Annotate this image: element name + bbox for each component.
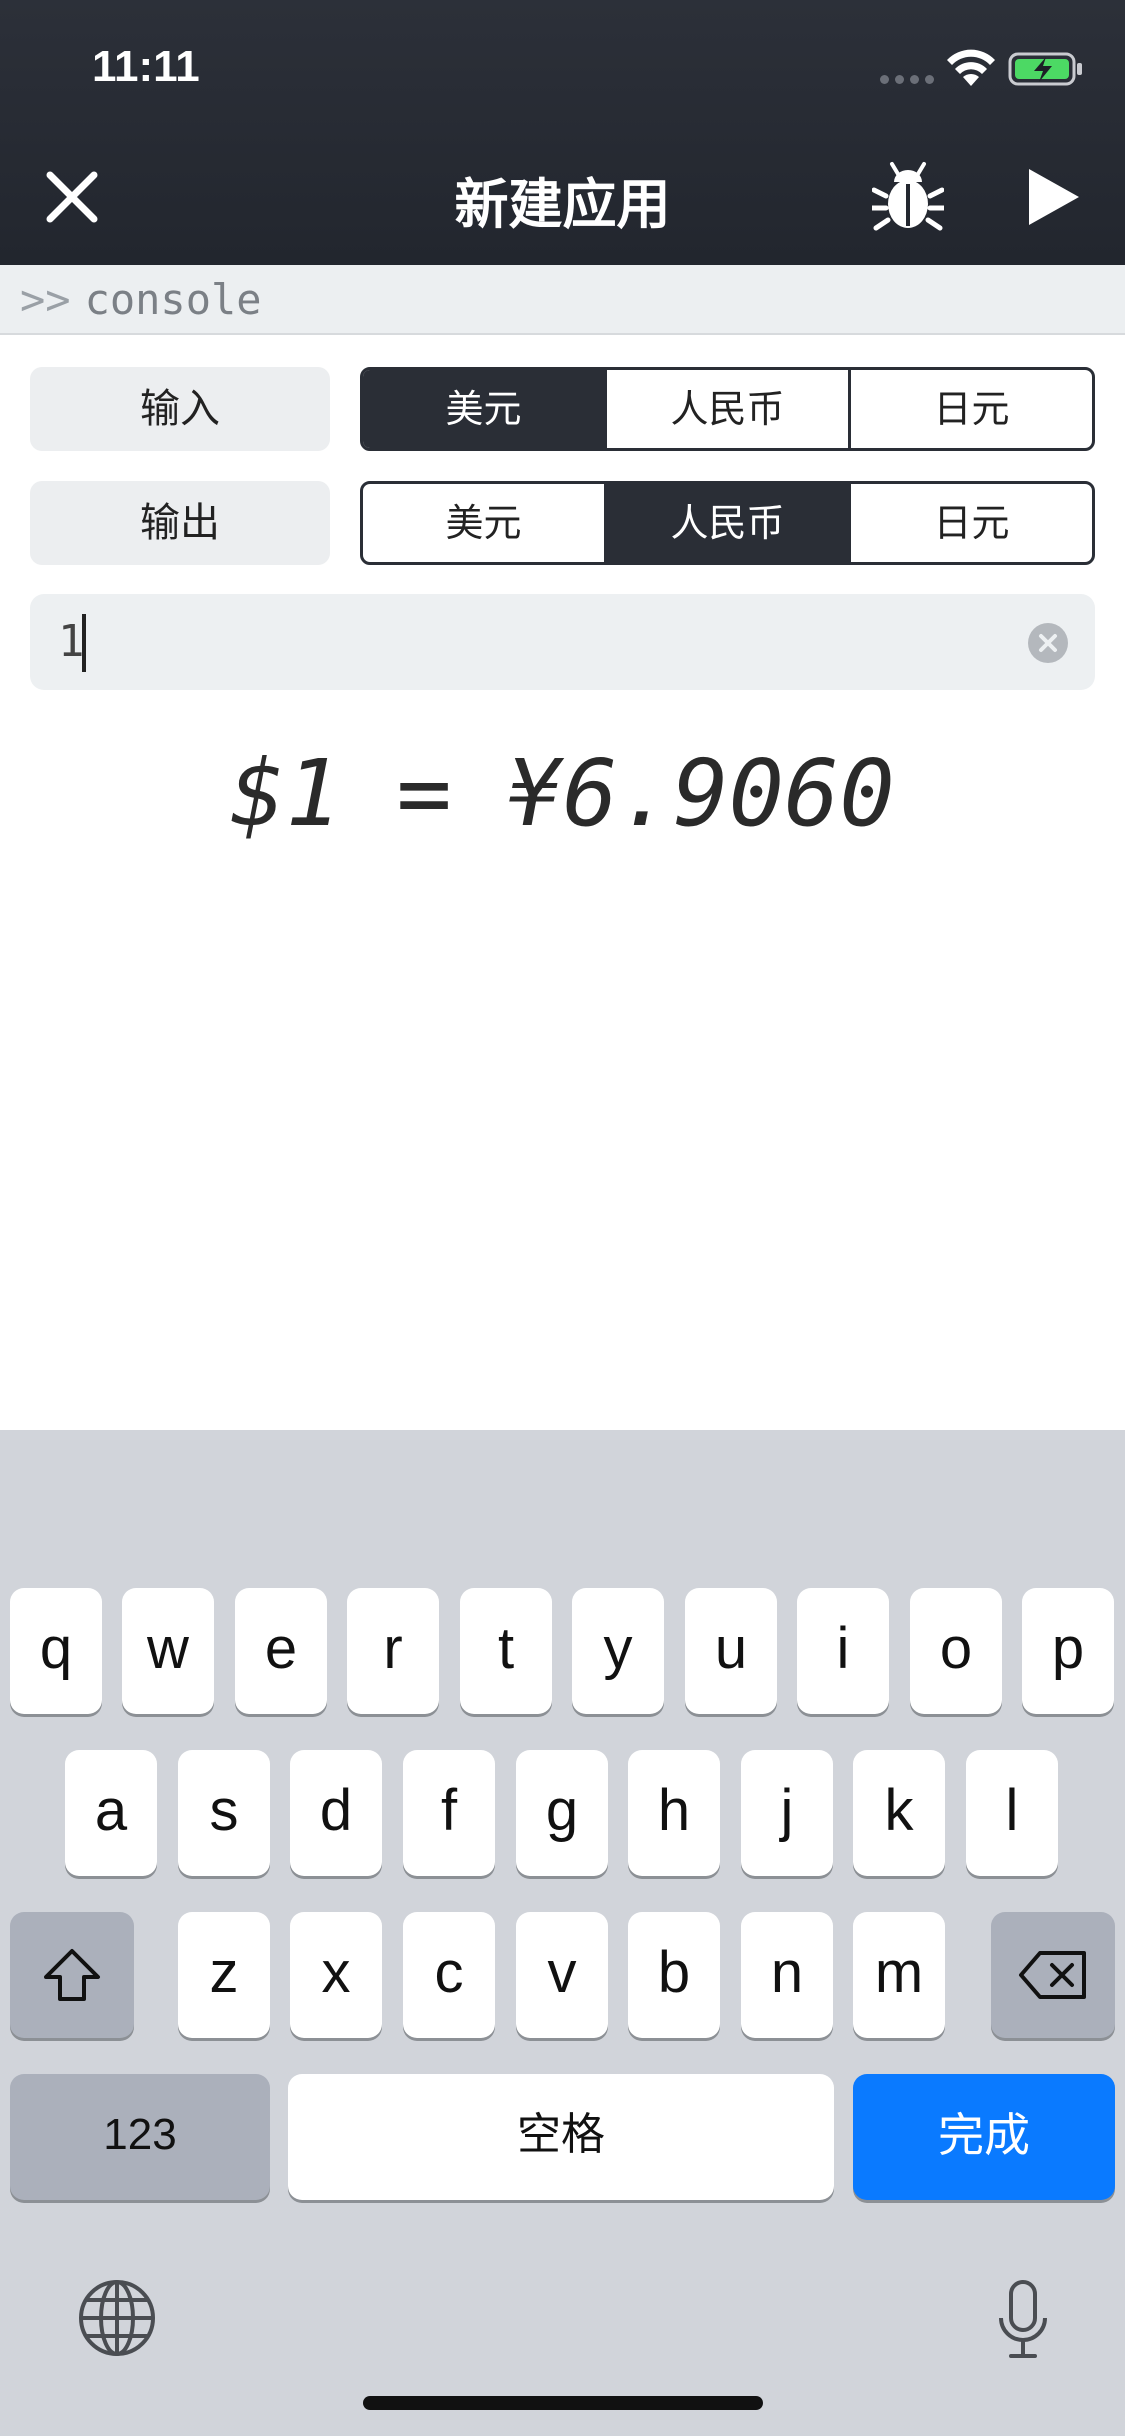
key-n[interactable]: n [741, 1912, 833, 2038]
done-key[interactable]: 完成 [853, 2074, 1115, 2200]
input-option-usd[interactable]: 美元 [363, 370, 607, 448]
key-m[interactable]: m [853, 1912, 945, 2038]
output-label-button[interactable]: 输出 [30, 481, 330, 565]
clear-icon[interactable] [1027, 622, 1069, 664]
space-key[interactable]: 空格 [288, 2074, 834, 2200]
page-title: 新建应用 [454, 173, 671, 236]
key-h[interactable]: h [628, 1750, 720, 1876]
amount-input[interactable]: 1 [30, 594, 1095, 690]
key-e[interactable]: e [235, 1588, 327, 1714]
output-currency-segmented-control[interactable]: 美元 人民币 日元 [360, 481, 1095, 565]
console-label: console [84, 275, 262, 324]
backspace-key[interactable] [991, 1912, 1115, 2038]
key-a[interactable]: a [65, 1750, 157, 1876]
key-t[interactable]: t [460, 1588, 552, 1714]
app-header: 11:11 新建应用 [0, 0, 1125, 265]
input-option-jpy[interactable]: 日元 [851, 370, 1092, 448]
key-d[interactable]: d [290, 1750, 382, 1876]
input-currency-segmented-control[interactable]: 美元 人民币 日元 [360, 367, 1095, 451]
key-b[interactable]: b [628, 1912, 720, 2038]
debug-bug-icon[interactable] [872, 160, 944, 232]
keyboard: q w e r t y u i o p a s d f g h j k l z … [0, 1430, 1125, 2436]
wifi-icon [947, 49, 995, 86]
output-option-cny[interactable]: 人民币 [607, 484, 851, 562]
key-w[interactable]: w [122, 1588, 214, 1714]
conversion-result: $1 = ¥6.9060 [230, 740, 895, 847]
key-i[interactable]: i [797, 1588, 889, 1714]
key-c[interactable]: c [403, 1912, 495, 2038]
key-r[interactable]: r [347, 1588, 439, 1714]
input-option-cny[interactable]: 人民币 [607, 370, 851, 448]
microphone-icon[interactable] [995, 2278, 1051, 2362]
key-l[interactable]: l [966, 1750, 1058, 1876]
shift-icon [44, 1949, 100, 2001]
status-time: 11:11 [92, 42, 200, 91]
output-option-usd[interactable]: 美元 [363, 484, 607, 562]
cellular-signal-icon [880, 75, 934, 84]
key-j[interactable]: j [741, 1750, 833, 1876]
key-z[interactable]: z [178, 1912, 270, 2038]
key-q[interactable]: q [10, 1588, 102, 1714]
key-s[interactable]: s [178, 1750, 270, 1876]
numbers-key[interactable]: 123 [10, 2074, 270, 2200]
home-indicator[interactable] [363, 2396, 763, 2410]
key-g[interactable]: g [516, 1750, 608, 1876]
key-k[interactable]: k [853, 1750, 945, 1876]
play-icon[interactable] [1025, 167, 1081, 227]
battery-charging-icon [1008, 52, 1082, 86]
globe-icon[interactable] [77, 2278, 157, 2358]
key-y[interactable]: y [572, 1588, 664, 1714]
console-prompt: >> [20, 275, 71, 324]
key-x[interactable]: x [290, 1912, 382, 2038]
console-bar[interactable]: >> console [0, 265, 1125, 335]
key-o[interactable]: o [910, 1588, 1002, 1714]
key-v[interactable]: v [516, 1912, 608, 2038]
key-u[interactable]: u [685, 1588, 777, 1714]
shift-key[interactable] [10, 1912, 134, 2038]
amount-input-value: 1 [58, 616, 85, 667]
output-option-jpy[interactable]: 日元 [851, 484, 1092, 562]
key-f[interactable]: f [403, 1750, 495, 1876]
input-label-button[interactable]: 输入 [30, 367, 330, 451]
key-p[interactable]: p [1022, 1588, 1114, 1714]
backspace-icon [1019, 1951, 1086, 1999]
text-caret [82, 614, 86, 672]
